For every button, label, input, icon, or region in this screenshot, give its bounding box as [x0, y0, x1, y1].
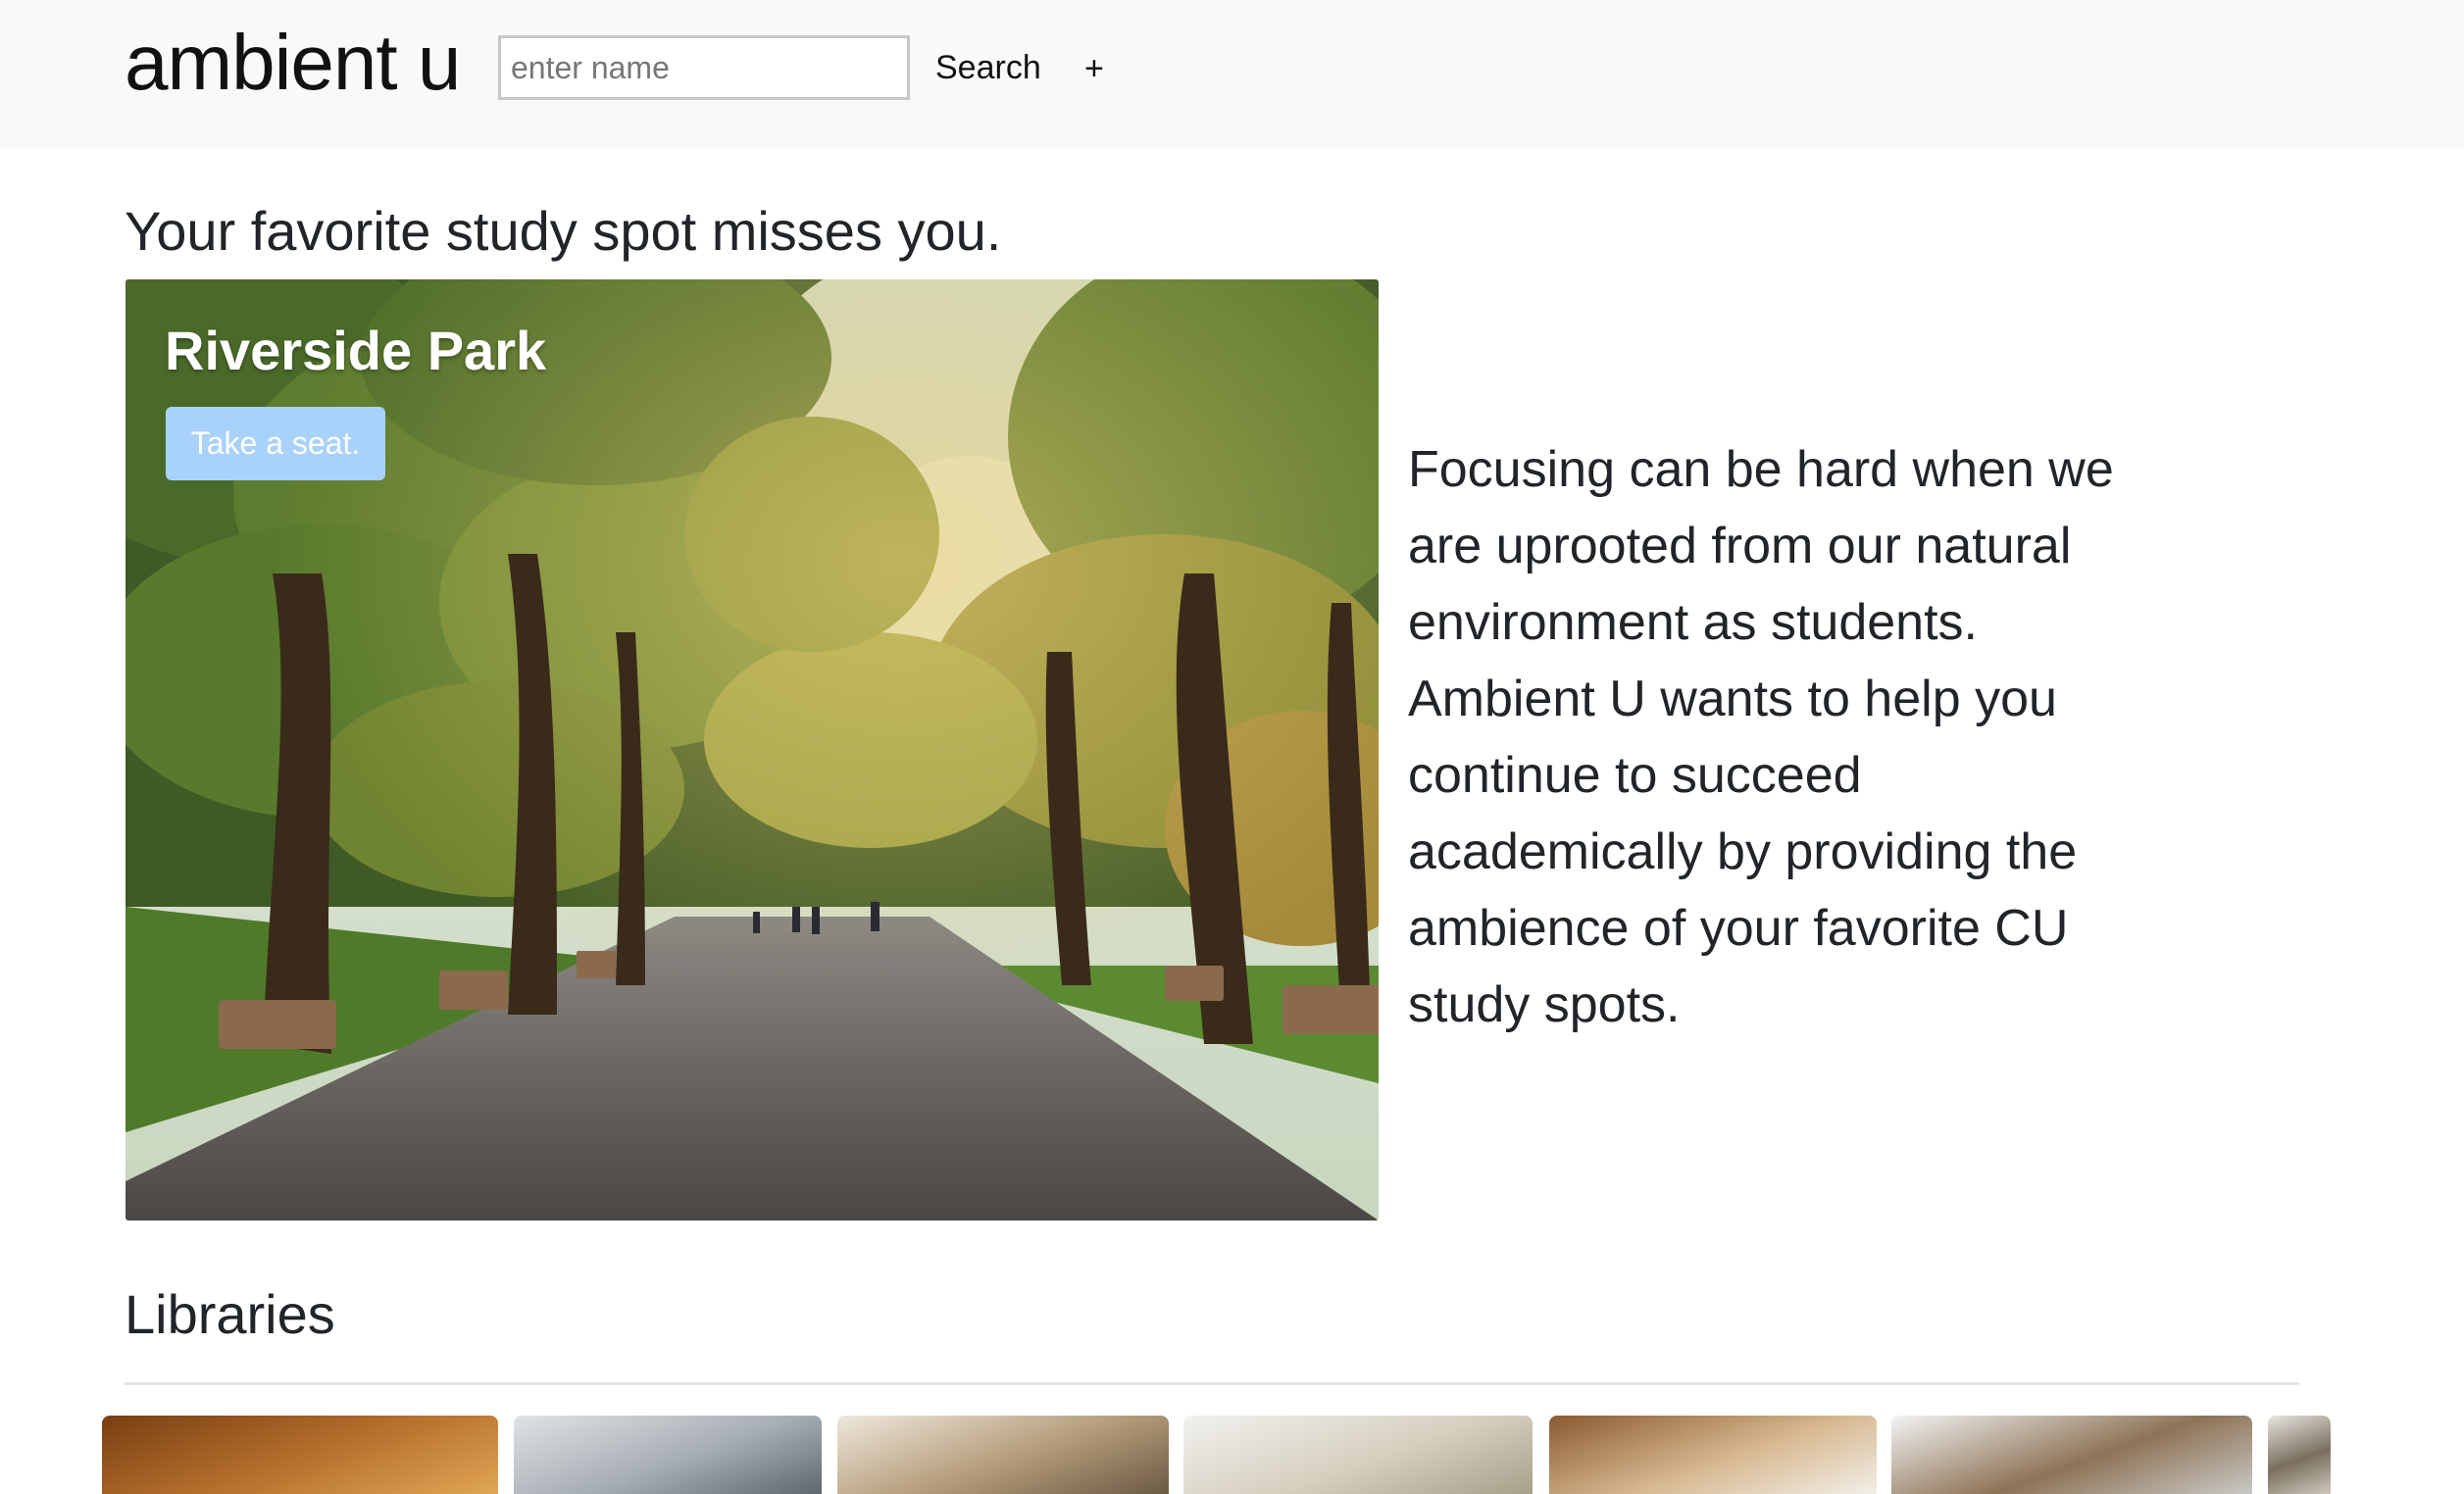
- libraries-carousel: [0, 1416, 2464, 1494]
- page-headline: Your favorite study spot misses you.: [125, 200, 1002, 262]
- section-divider: [125, 1382, 2299, 1385]
- library-thumbnail[interactable]: [514, 1416, 822, 1494]
- library-thumbnail[interactable]: [2268, 1416, 2331, 1494]
- library-thumbnail[interactable]: [1183, 1416, 1533, 1494]
- featured-spot-card[interactable]: Riverside Park Take a seat.: [126, 279, 1379, 1220]
- navbar: ambient u Search +: [0, 0, 2464, 148]
- search-input[interactable]: [498, 35, 910, 100]
- intro-paragraph: Focusing can be hard when we are uproote…: [1408, 441, 2114, 1033]
- library-thumbnail[interactable]: [102, 1416, 498, 1494]
- add-button[interactable]: +: [1079, 35, 1110, 100]
- library-thumbnail[interactable]: [1891, 1416, 2252, 1494]
- take-a-seat-button[interactable]: Take a seat.: [166, 407, 385, 480]
- brand-logo[interactable]: ambient u: [125, 14, 461, 112]
- library-thumbnail[interactable]: [837, 1416, 1169, 1494]
- featured-spot-title: Riverside Park: [165, 320, 547, 381]
- search-button[interactable]: Search: [928, 35, 1049, 100]
- library-thumbnail[interactable]: [1549, 1416, 1877, 1494]
- libraries-heading: Libraries: [125, 1283, 335, 1345]
